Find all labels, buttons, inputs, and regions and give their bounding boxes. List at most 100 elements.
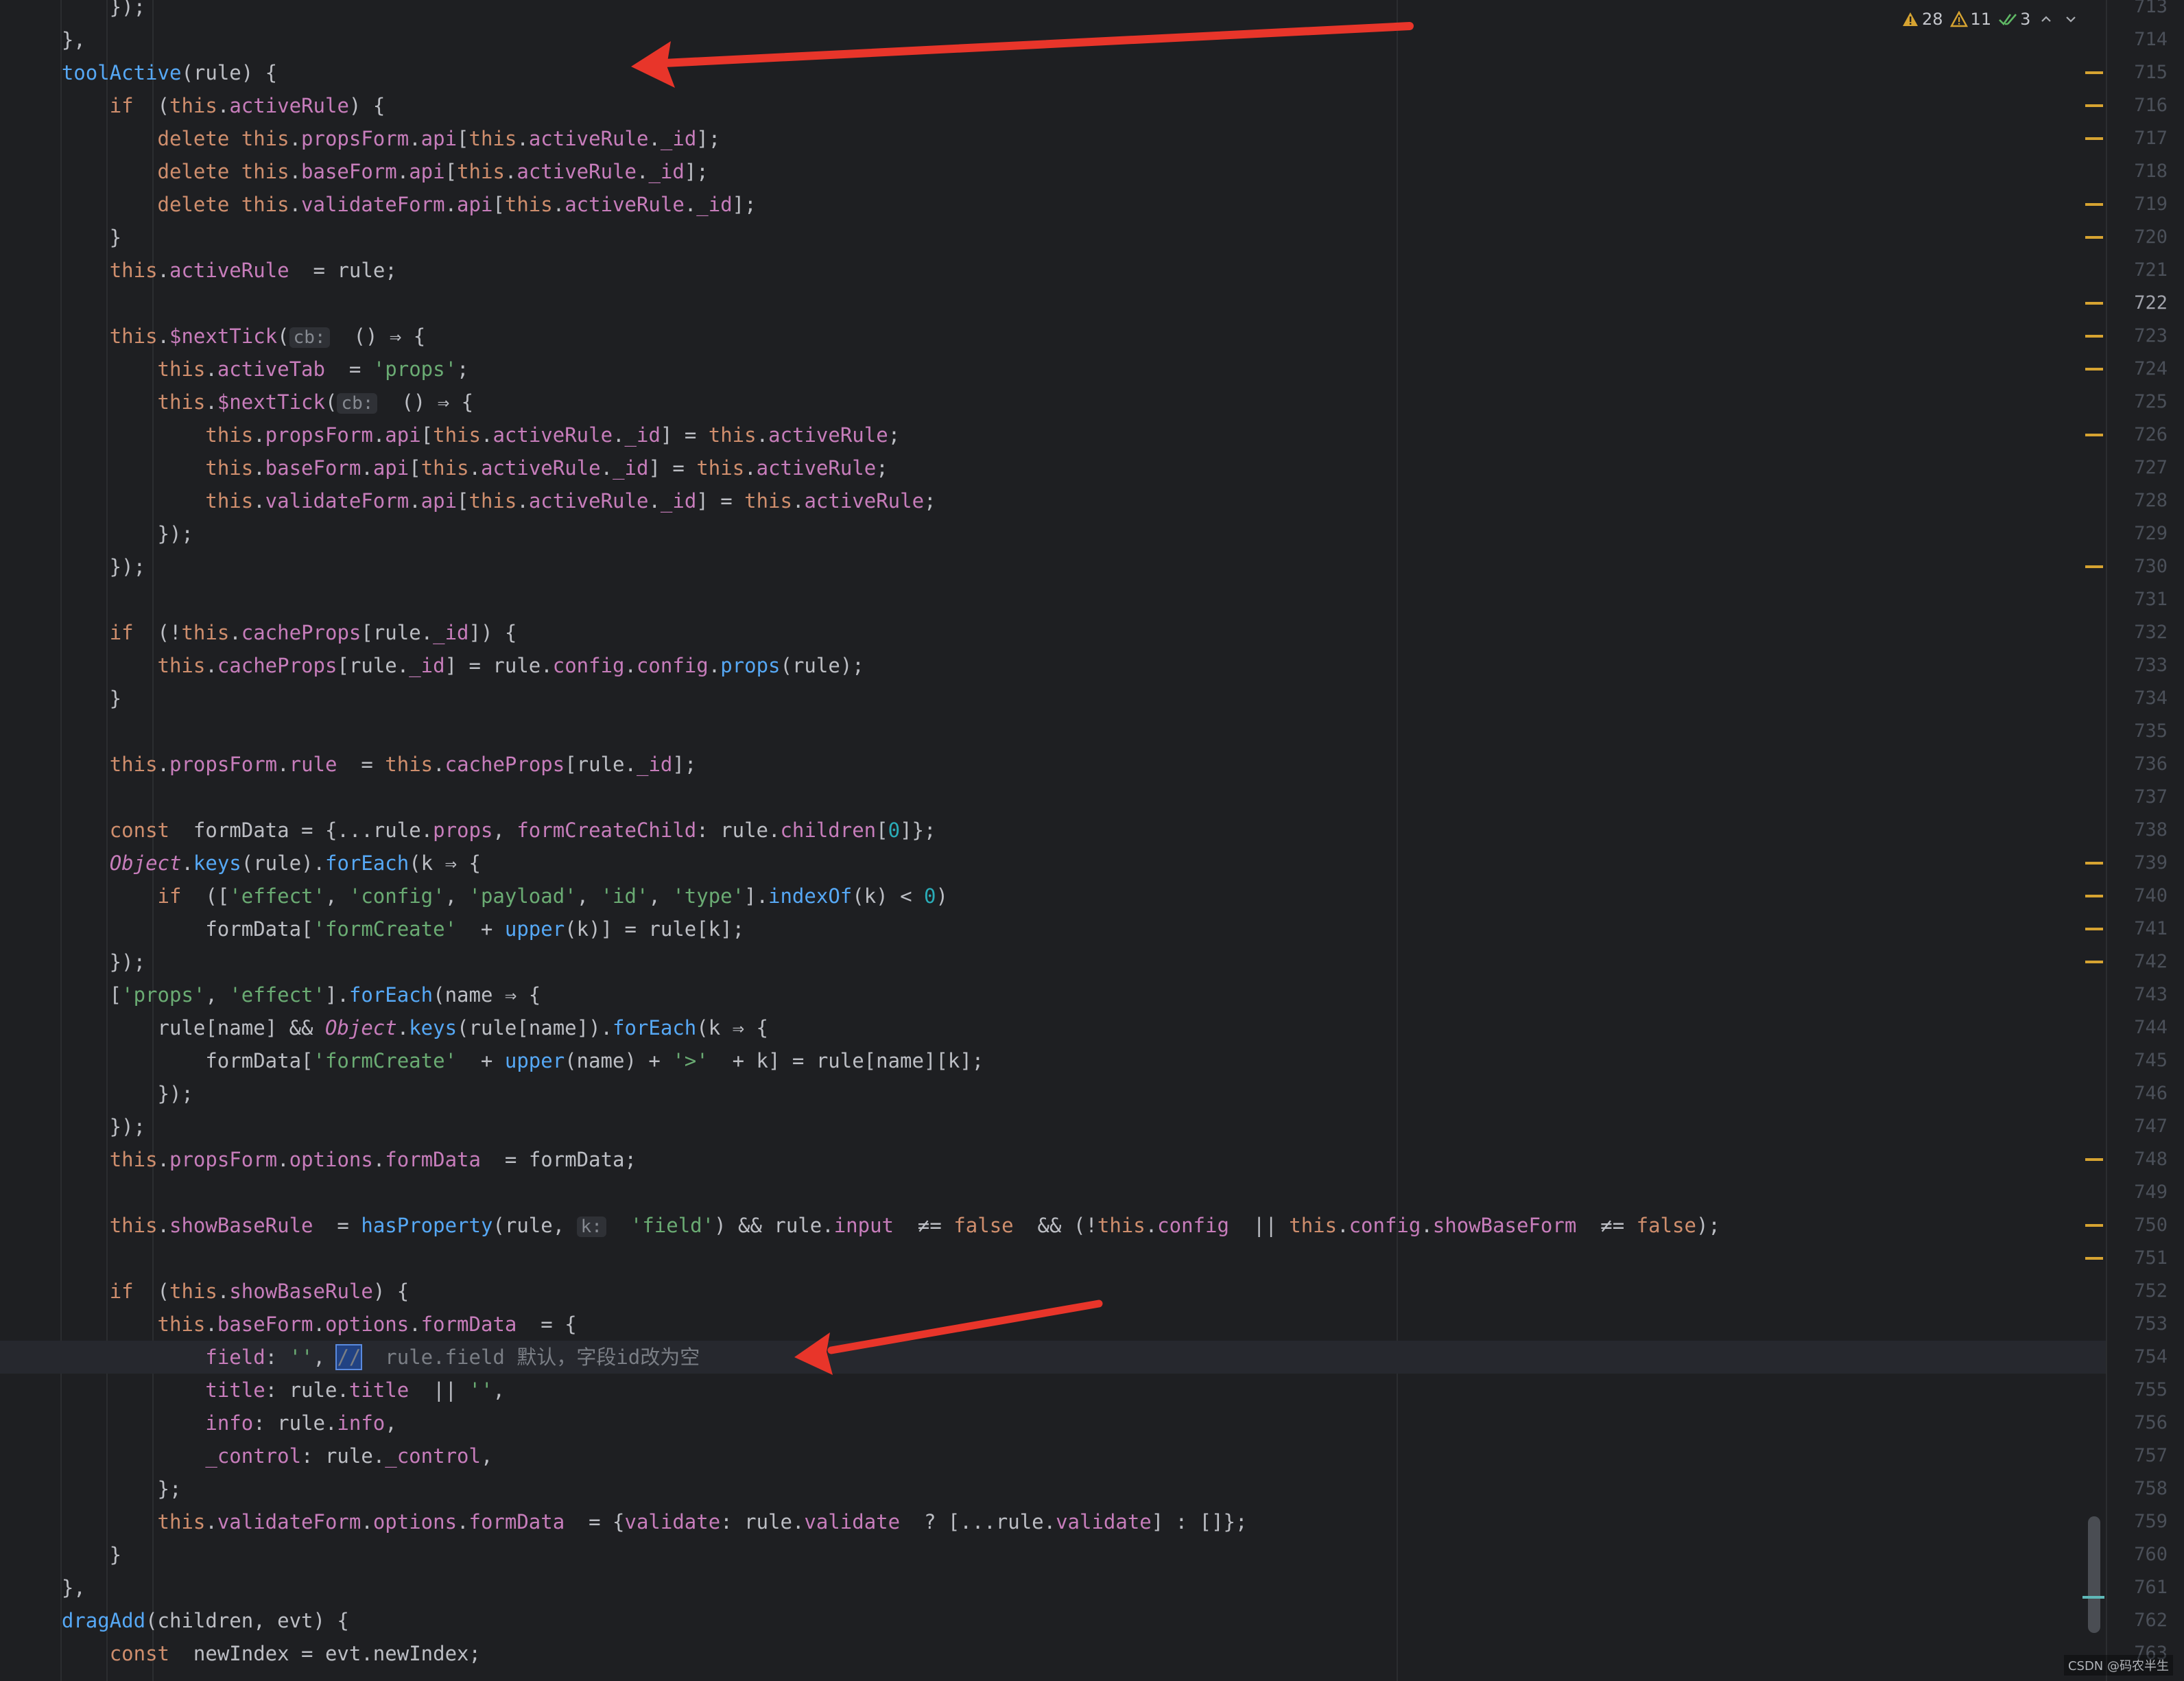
line-number[interactable]: 723 bbox=[2134, 320, 2168, 353]
code-line[interactable]: } bbox=[14, 1538, 121, 1571]
code-line[interactable]: this.validateForm.options.formData = {va… bbox=[14, 1505, 1248, 1538]
code-line[interactable]: if (this.showBaseRule) { bbox=[14, 1275, 410, 1308]
chevron-down-icon[interactable] bbox=[2062, 10, 2080, 28]
line-number[interactable]: 752 bbox=[2134, 1275, 2168, 1308]
line-number[interactable]: 741 bbox=[2134, 913, 2168, 945]
line-number[interactable]: 718 bbox=[2134, 155, 2168, 188]
code-line[interactable]: delete this.validateForm.api[this.active… bbox=[14, 188, 757, 221]
line-number[interactable]: 724 bbox=[2134, 353, 2168, 386]
line-number[interactable]: 756 bbox=[2134, 1407, 2168, 1439]
line-number[interactable]: 720 bbox=[2134, 221, 2168, 254]
code-area[interactable]: }); }, toolActive(rule) { if (this.activ… bbox=[0, 0, 2106, 1681]
warning-stripe-mark[interactable] bbox=[2085, 1224, 2103, 1227]
line-number[interactable]: 725 bbox=[2134, 386, 2168, 419]
code-line[interactable]: }); bbox=[14, 550, 145, 583]
line-number[interactable]: 755 bbox=[2134, 1374, 2168, 1407]
code-line[interactable]: }, bbox=[14, 1571, 86, 1604]
code-line[interactable]: }; bbox=[14, 1472, 182, 1505]
warning-stripe-mark[interactable] bbox=[2085, 302, 2103, 305]
line-number[interactable]: 713 bbox=[2134, 0, 2168, 23]
line-number[interactable]: 734 bbox=[2134, 682, 2168, 715]
warning-stripe-mark[interactable] bbox=[2085, 928, 2103, 930]
code-line[interactable]: if (!this.cacheProps[rule._id]) { bbox=[14, 616, 517, 649]
warning-stripe-mark[interactable] bbox=[2085, 1257, 2103, 1260]
warnings-indicator[interactable]: 28 bbox=[1901, 10, 1943, 29]
code-line[interactable]: rule[name] && Object.keys(rule[name]).fo… bbox=[14, 1011, 769, 1044]
code-line[interactable]: }); bbox=[14, 0, 145, 23]
warning-stripe-mark[interactable] bbox=[2085, 565, 2103, 568]
code-line[interactable]: this.baseForm.api[this.activeRule._id] =… bbox=[14, 451, 888, 484]
line-number[interactable]: 714 bbox=[2134, 23, 2168, 56]
code-line[interactable]: }, bbox=[14, 23, 86, 56]
code-line[interactable]: if (['effect', 'config', 'payload', 'id'… bbox=[14, 880, 948, 913]
code-line[interactable]: formData['formCreate' + upper(name) + '>… bbox=[14, 1044, 984, 1077]
code-line[interactable]: }); bbox=[14, 1077, 193, 1110]
code-line[interactable]: this.validateForm.api[this.activeRule._i… bbox=[14, 484, 936, 517]
line-number[interactable]: 729 bbox=[2134, 517, 2168, 550]
code-line[interactable]: delete this.propsForm.api[this.activeRul… bbox=[14, 122, 721, 155]
warning-stripe-mark[interactable] bbox=[2085, 137, 2103, 140]
code-line[interactable]: this.activeRule = rule; bbox=[14, 254, 397, 287]
line-number[interactable]: 721 bbox=[2134, 254, 2168, 287]
line-number[interactable]: 748 bbox=[2134, 1143, 2168, 1176]
warning-stripe-mark[interactable] bbox=[2085, 104, 2103, 107]
code-line[interactable]: title: rule.title || '', bbox=[14, 1374, 505, 1407]
code-line[interactable]: Object.keys(rule).forEach(k ⇒ { bbox=[14, 847, 481, 880]
line-number[interactable]: 745 bbox=[2134, 1044, 2168, 1077]
inspection-widget[interactable]: 28 11 3 bbox=[1901, 5, 2080, 33]
chevron-up-icon[interactable] bbox=[2037, 10, 2055, 28]
code-line[interactable]: _control: rule._control, bbox=[14, 1439, 492, 1472]
ok-indicator[interactable]: 3 bbox=[1998, 10, 2030, 29]
line-number[interactable]: 739 bbox=[2134, 847, 2168, 880]
warning-stripe-mark[interactable] bbox=[2085, 434, 2103, 436]
warning-stripe-mark[interactable] bbox=[2085, 71, 2103, 74]
code-line[interactable]: } bbox=[14, 682, 121, 715]
code-line[interactable]: }); bbox=[14, 517, 193, 550]
code-line[interactable]: }); bbox=[14, 945, 145, 978]
weak-warnings-indicator[interactable]: 11 bbox=[1949, 10, 1991, 29]
line-number[interactable]: 757 bbox=[2134, 1439, 2168, 1472]
line-number[interactable]: 716 bbox=[2134, 89, 2168, 122]
code-line[interactable]: formData['formCreate' + upper(k)] = rule… bbox=[14, 913, 744, 945]
line-number[interactable]: 727 bbox=[2134, 451, 2168, 484]
line-number[interactable]: 747 bbox=[2134, 1110, 2168, 1143]
code-line[interactable]: this.propsForm.options.formData = formDa… bbox=[14, 1143, 637, 1176]
code-line[interactable]: this.propsForm.rule = this.cacheProps[ru… bbox=[14, 748, 697, 781]
line-number[interactable]: 761 bbox=[2134, 1571, 2168, 1604]
code-line[interactable]: const newIndex = evt.newIndex; bbox=[14, 1637, 481, 1670]
line-number[interactable]: 759 bbox=[2134, 1505, 2168, 1538]
code-line[interactable]: }); bbox=[14, 1110, 145, 1143]
line-number[interactable]: 719 bbox=[2134, 188, 2168, 221]
scrollbar-thumb[interactable] bbox=[2088, 1516, 2100, 1633]
code-editor[interactable]: }); }, toolActive(rule) { if (this.activ… bbox=[0, 0, 2184, 1681]
line-number[interactable]: 740 bbox=[2134, 880, 2168, 913]
code-line[interactable]: this.propsForm.api[this.activeRule._id] … bbox=[14, 419, 900, 451]
line-number[interactable]: 746 bbox=[2134, 1077, 2168, 1110]
code-line[interactable]: dragAdd(children, evt) { bbox=[14, 1604, 349, 1637]
line-number[interactable]: 731 bbox=[2134, 583, 2168, 616]
line-number[interactable]: 760 bbox=[2134, 1538, 2168, 1571]
line-number[interactable]: 754 bbox=[2134, 1341, 2168, 1374]
line-number[interactable]: 733 bbox=[2134, 649, 2168, 682]
code-line[interactable]: } bbox=[14, 221, 121, 254]
line-number[interactable]: 762 bbox=[2134, 1604, 2168, 1637]
line-number[interactable]: 738 bbox=[2134, 814, 2168, 847]
code-line[interactable]: this.showBaseRule = hasProperty(rule, k:… bbox=[14, 1209, 1720, 1242]
line-number[interactable]: 726 bbox=[2134, 419, 2168, 451]
line-number[interactable]: 749 bbox=[2134, 1176, 2168, 1209]
line-number[interactable]: 737 bbox=[2134, 781, 2168, 814]
line-number[interactable]: 744 bbox=[2134, 1011, 2168, 1044]
code-line[interactable]: ['props', 'effect'].forEach(name ⇒ { bbox=[14, 978, 541, 1011]
code-line[interactable]: const formData = {...rule.props, formCre… bbox=[14, 814, 936, 847]
code-line[interactable]: this.activeTab = 'props'; bbox=[14, 353, 469, 386]
warning-stripe-mark[interactable] bbox=[2085, 368, 2103, 371]
code-line[interactable]: this.cacheProps[rule._id] = rule.config.… bbox=[14, 649, 864, 682]
line-number[interactable]: 722 bbox=[2134, 287, 2168, 320]
warning-stripe-mark[interactable] bbox=[2085, 862, 2103, 865]
code-line[interactable]: this.$nextTick(cb: () ⇒ { bbox=[14, 386, 473, 419]
line-number[interactable]: 732 bbox=[2134, 616, 2168, 649]
code-line[interactable]: if (this.activeRule) { bbox=[14, 89, 385, 122]
line-number[interactable]: 758 bbox=[2134, 1472, 2168, 1505]
warning-stripe-mark[interactable] bbox=[2085, 1158, 2103, 1161]
line-number[interactable]: 717 bbox=[2134, 122, 2168, 155]
